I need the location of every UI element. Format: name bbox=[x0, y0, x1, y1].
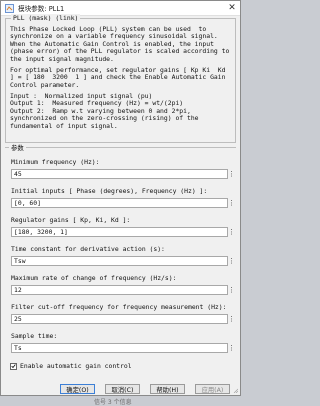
field-menu-icon[interactable]: ⋮ bbox=[228, 198, 235, 208]
apply-button[interactable]: 应用(A) bbox=[195, 384, 230, 394]
checkmark-icon bbox=[11, 364, 16, 369]
mask-legend: PLL (mask) (link) bbox=[11, 14, 81, 22]
field-menu-icon[interactable]: ⋮ bbox=[228, 343, 235, 353]
field-menu-icon[interactable]: ⋮ bbox=[228, 169, 235, 179]
filter-cutoff-field[interactable]: 25 bbox=[11, 314, 228, 324]
background-caption: 信号 3 个信息 bbox=[94, 399, 132, 406]
agc-checkbox-row[interactable]: Enable automatic gain control bbox=[10, 362, 132, 370]
min-frequency-field[interactable]: 45 bbox=[11, 169, 228, 179]
time-constant-label: Time constant for derivative action (s): bbox=[11, 245, 165, 253]
field-menu-icon[interactable]: ⋮ bbox=[228, 285, 235, 295]
simulink-app-icon bbox=[5, 3, 14, 13]
regulator-gains-label: Regulator gains [ Kp, Ki, Kd ]: bbox=[11, 216, 131, 224]
agc-checkbox-label: Enable automatic gain control bbox=[20, 362, 132, 370]
min-frequency-label: Minimum frequency (Hz): bbox=[11, 158, 100, 166]
time-constant-field[interactable]: Tsw bbox=[11, 256, 228, 266]
description-line: Control parameter. bbox=[10, 80, 80, 89]
window-title: 模块参数: PLL1 bbox=[18, 5, 65, 13]
filter-cutoff-label: Filter cut-off frequency for frequency m… bbox=[11, 303, 227, 311]
max-rate-field[interactable]: 12 bbox=[11, 285, 228, 295]
description-line: fundamental of input signal. bbox=[10, 121, 118, 130]
sample-time-field[interactable]: Ts bbox=[11, 343, 228, 353]
field-menu-icon[interactable]: ⋮ bbox=[228, 314, 235, 324]
mask-description-group: PLL (mask) (link) This Phase Locked Loop… bbox=[5, 14, 236, 143]
parameters-divider bbox=[5, 147, 236, 148]
parameters-legend: 参数 bbox=[9, 143, 26, 152]
ok-button[interactable]: 确定(O) bbox=[60, 384, 95, 394]
description-line: the input signal magnitude. bbox=[10, 54, 114, 63]
help-button[interactable]: 帮助(H) bbox=[150, 384, 185, 394]
initial-inputs-label: Initial inputs [ Phase (degrees), Freque… bbox=[11, 187, 208, 195]
field-menu-icon[interactable]: ⋮ bbox=[228, 256, 235, 266]
resize-grip-icon[interactable] bbox=[233, 388, 238, 393]
close-icon[interactable]: ✕ bbox=[224, 1, 240, 15]
agc-checkbox[interactable] bbox=[10, 362, 17, 370]
regulator-gains-field[interactable]: [180, 3200, 1] bbox=[11, 227, 228, 237]
cancel-button[interactable]: 取消(C) bbox=[105, 384, 140, 394]
field-menu-icon[interactable]: ⋮ bbox=[228, 227, 235, 237]
sample-time-label: Sample time: bbox=[11, 332, 58, 340]
block-parameters-dialog: 模块参数: PLL1 ✕ PLL (mask) (link) This Phas… bbox=[0, 0, 241, 396]
max-rate-label: Maximum rate of change of frequency (Hz/… bbox=[11, 274, 177, 282]
initial-inputs-field[interactable]: [0, 60] bbox=[11, 198, 228, 208]
